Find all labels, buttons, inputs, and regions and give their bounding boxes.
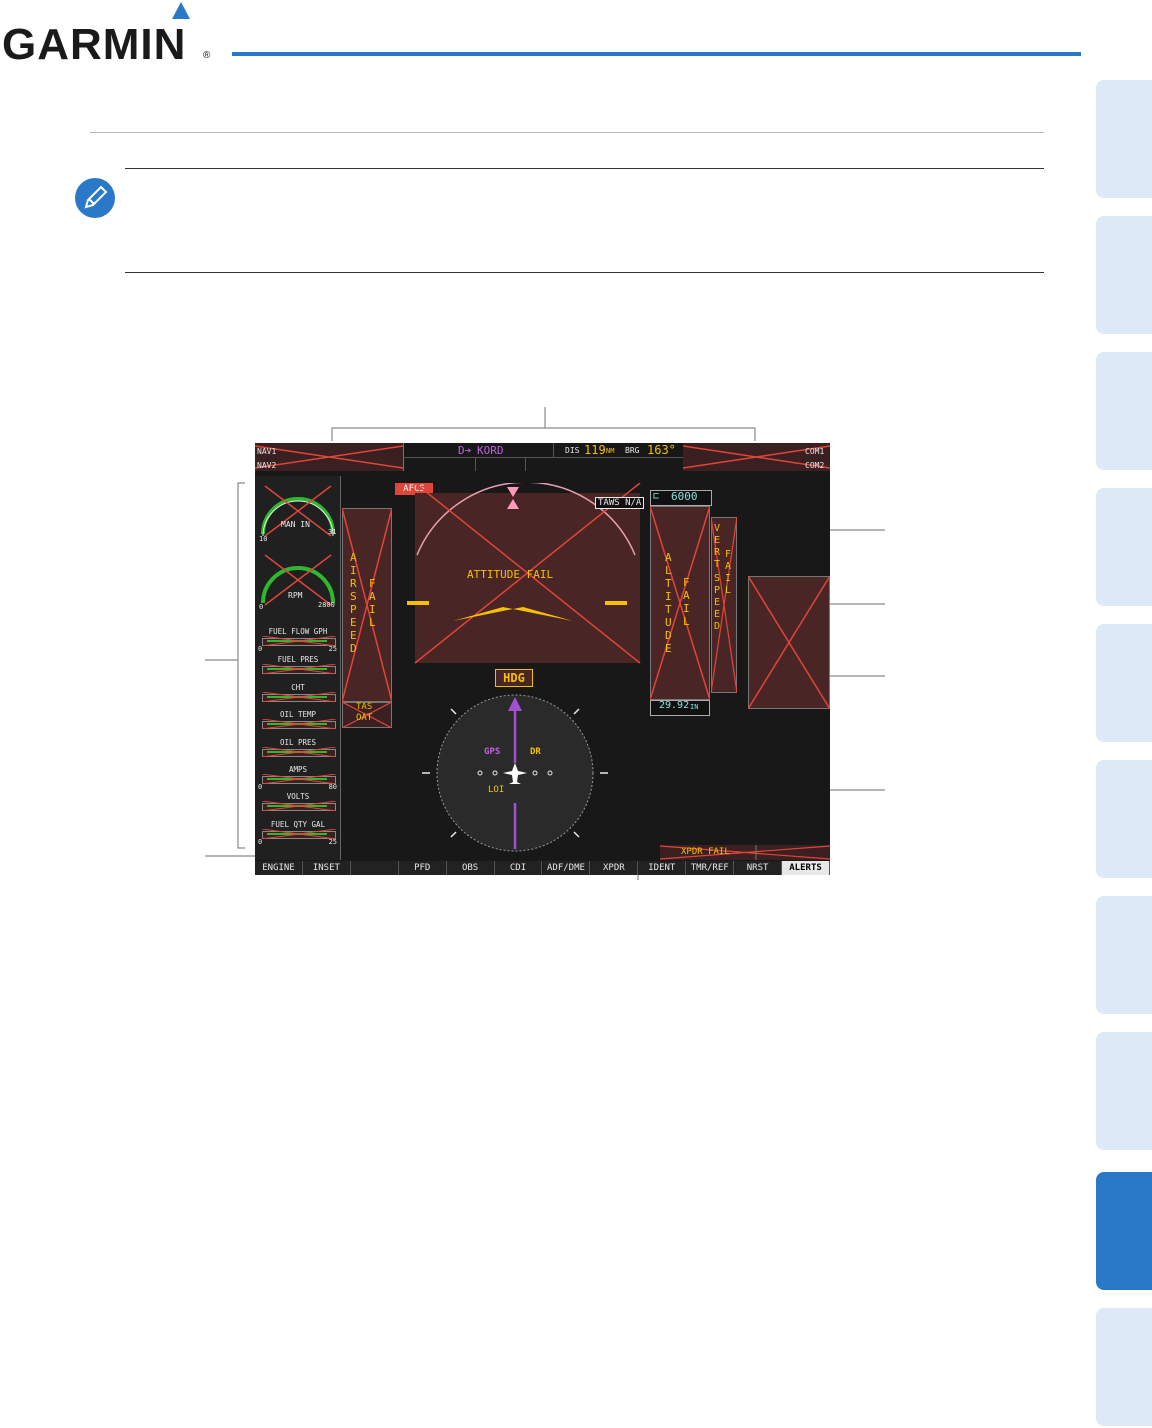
engine-bar-max: 25	[328, 645, 337, 653]
altitude-label: ALTITUDE	[665, 551, 672, 655]
pfd-screen: NAV1 NAV2 D➔ KORD DIS 119 NM BRG 163° CO…	[255, 443, 830, 875]
rpm-max: 2800	[318, 601, 335, 609]
baro-value: 29.92	[659, 700, 690, 711]
engine-bar-fail-x	[262, 664, 336, 674]
softkey-cdi[interactable]: CDI	[494, 861, 543, 875]
softkey-inset[interactable]: INSET	[302, 861, 351, 875]
dis-unit: NM	[606, 447, 615, 455]
man-in-max: 31	[328, 528, 337, 536]
altitude-fail-x	[650, 506, 710, 700]
softkey-nrst[interactable]: NRST	[734, 861, 783, 875]
engine-bar-label: FUEL FLOW GPH	[268, 627, 328, 636]
engine-bar-fail-x	[262, 636, 336, 646]
softkey-ident[interactable]: IDENT	[638, 861, 687, 875]
engine-bar-gauge: AMPS 0 80	[257, 765, 339, 791]
engine-bar-gauge: OIL PRES	[257, 738, 339, 764]
softkey-engine[interactable]: ENGINE	[255, 861, 303, 875]
vertical-speed-label-b: SPEED	[714, 573, 721, 632]
man-in-label: MAN IN	[281, 520, 310, 529]
engine-bar-gauge: CHT	[257, 683, 339, 709]
softkey-tmr-ref[interactable]: TMR/REF	[686, 861, 735, 875]
oat-label: OAT	[356, 713, 373, 723]
dis-value: 119	[584, 443, 606, 457]
vertical-speed-fail-label: FAIL	[725, 549, 732, 596]
engine-bar-max: 80	[328, 783, 337, 791]
softkey-adf-dme[interactable]: ADF/DME	[542, 861, 591, 875]
nav1-label: NAV1	[257, 447, 277, 456]
engine-bar-label: OIL TEMP	[279, 710, 317, 719]
dis-label: DIS	[565, 446, 580, 455]
airspeed-label: AIRSPEED	[350, 551, 357, 655]
engine-bar-gauge: FUEL FLOW GPH 0 25	[257, 627, 339, 653]
engine-bar-min: 0	[258, 645, 263, 653]
hdg-flag: HDG	[495, 669, 533, 687]
com2-label: COM2	[805, 461, 825, 470]
man-in-gauge	[261, 485, 335, 537]
softkey-blank[interactable]	[350, 861, 399, 875]
engine-bar-label: AMPS	[288, 765, 308, 774]
nav2-label: NAV2	[257, 461, 277, 470]
altitude-bug-icon: ⊏	[653, 491, 660, 502]
baro-unit: IN	[690, 703, 699, 711]
softkey-pfd[interactable]: PFD	[398, 861, 447, 875]
engine-bar-max: 25	[328, 838, 337, 846]
engine-bar-gauge: FUEL PRES	[257, 655, 339, 681]
altitude-fail-label: FAIL	[683, 576, 690, 628]
dr-label: DR	[530, 747, 541, 757]
man-in-min: 10	[259, 535, 268, 543]
rpm-min: 0	[259, 603, 264, 611]
softkey-alerts[interactable]: ALERTS	[782, 861, 830, 875]
engine-bar-label: OIL PRES	[279, 738, 317, 747]
engine-bar-fail-x	[262, 829, 336, 839]
tas-label: TAS	[356, 702, 373, 712]
waypoint-id: KORD	[477, 444, 504, 457]
vertical-speed-label-a: VERT	[714, 523, 721, 570]
engine-bar-label: FUEL PRES	[277, 655, 319, 664]
engine-bar-gauge: VOLTS	[257, 792, 339, 818]
engine-bar-gauge: OIL TEMP	[257, 710, 339, 736]
engine-bar-fail-x	[262, 774, 336, 784]
direct-to-icon: D➔	[458, 444, 472, 457]
engine-bar-label: VOLTS	[286, 792, 310, 801]
com1-label: COM1	[805, 447, 825, 456]
brg-label: BRG	[625, 446, 640, 455]
hsi-compass	[422, 694, 608, 852]
softkey-xpdr[interactable]: XPDR	[590, 861, 639, 875]
engine-bar-fail-x	[262, 692, 336, 702]
gps-source-label: GPS	[484, 747, 501, 757]
engine-bar-gauge: FUEL QTY GAL 0 25	[257, 820, 339, 846]
rpm-label: RPM	[288, 591, 303, 600]
xpdr-fail-label: XPDR FAIL	[681, 847, 730, 857]
attitude-fail-label: ATTITUDE FAIL	[467, 568, 554, 581]
selected-altitude: 6000	[671, 490, 698, 503]
airspeed-fail-label: FAIL	[369, 577, 376, 629]
loi-label: LOI	[488, 785, 505, 795]
taws-flag: TAWS N/A	[595, 497, 645, 509]
engine-bar-fail-x	[262, 747, 336, 757]
nav-status-bar	[403, 443, 684, 471]
brg-value: 163°	[647, 443, 676, 457]
engine-bar-min: 0	[258, 783, 263, 791]
engine-bar-label: FUEL QTY GAL	[270, 820, 326, 829]
engine-bar-label: CHT	[291, 683, 305, 692]
softkey-obs[interactable]: OBS	[446, 861, 495, 875]
engine-bar-fail-x	[262, 801, 336, 811]
inset-fail-x	[748, 576, 830, 709]
nav-fail-x	[255, 445, 403, 469]
engine-bar-min: 0	[258, 838, 263, 846]
engine-bar-fail-x	[262, 719, 336, 729]
